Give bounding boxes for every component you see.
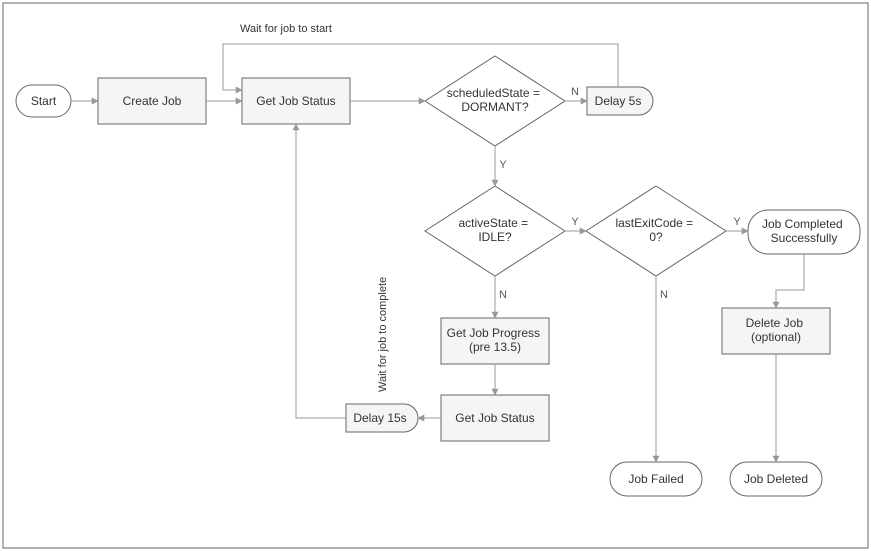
completed-label: Job Completed Successfully: [762, 217, 846, 245]
job-failed-label: Job Failed: [628, 472, 683, 486]
edge-completed-delete: [776, 254, 804, 308]
annot-wait-start: Wait for job to start: [240, 23, 332, 35]
completed-node: Job Completed Successfully: [748, 210, 860, 254]
edge-active-y-label: Y: [571, 216, 579, 228]
create-job-label: Create Job: [123, 94, 182, 108]
annot-wait-complete: Wait for job to complete: [377, 277, 389, 392]
get-status-top-label: Get Job Status: [256, 94, 335, 108]
delay5-label: Delay 5s: [595, 94, 642, 108]
get-status-bottom-label: Get Job Status: [455, 411, 534, 425]
delete-job-label: Delete Job (optional): [746, 316, 807, 344]
edge-exit-n-label: N: [660, 289, 668, 301]
start-node: Start: [16, 85, 71, 117]
start-label: Start: [31, 94, 57, 108]
decision-active-node: activeState = IDLE?: [425, 186, 565, 276]
get-progress-node: Get Job Progress (pre 13.5): [441, 318, 549, 364]
job-failed-node: Job Failed: [610, 462, 702, 496]
delay15-node: Delay 15s: [346, 404, 418, 432]
delay15-label: Delay 15s: [353, 411, 406, 425]
decision-exit-node: lastExitCode = 0?: [586, 186, 726, 276]
decision-scheduled-node: scheduledState = DORMANT?: [425, 56, 565, 146]
flowchart-canvas: Start Create Job Get Job Status schedule…: [0, 0, 871, 551]
delay5-node: Delay 5s: [587, 87, 653, 115]
get-status-top-node: Get Job Status: [242, 78, 350, 124]
edge-active-n-label: N: [499, 289, 507, 301]
job-deleted-label: Job Deleted: [744, 472, 808, 486]
get-status-bottom-node: Get Job Status: [441, 395, 549, 441]
edge-scheduled-y-label: Y: [499, 159, 507, 171]
edge-scheduled-n-label: N: [571, 86, 579, 98]
job-deleted-node: Job Deleted: [730, 462, 822, 496]
delete-job-node: Delete Job (optional): [722, 308, 830, 354]
create-job-node: Create Job: [98, 78, 206, 124]
edge-exit-y-label: Y: [733, 216, 741, 228]
edge-delay15-loop: [296, 124, 346, 418]
